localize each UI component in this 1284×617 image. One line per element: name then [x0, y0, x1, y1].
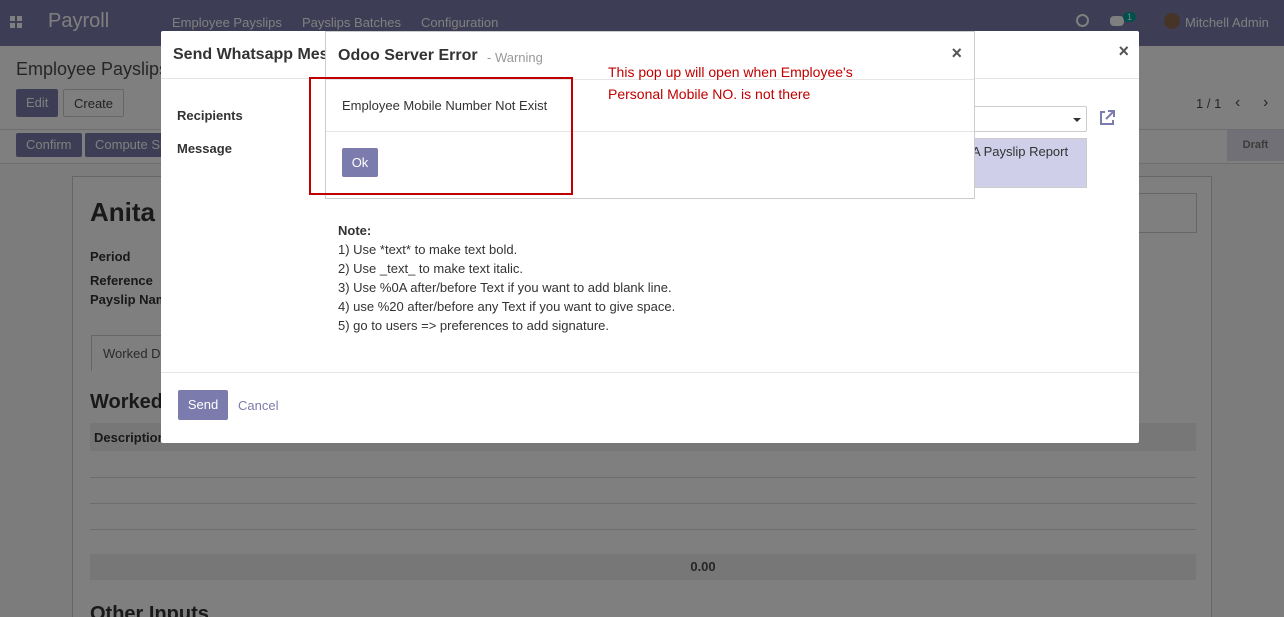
external-link-icon[interactable]: [1098, 109, 1116, 127]
divider: [161, 372, 1139, 373]
message-textarea[interactable]: A Payslip Report: [971, 138, 1087, 188]
send-button[interactable]: Send: [178, 390, 228, 420]
chevron-down-icon: [1073, 118, 1081, 122]
message-label: Message: [177, 141, 232, 156]
cancel-button[interactable]: Cancel: [238, 398, 278, 413]
recipients-select[interactable]: [971, 106, 1087, 132]
annotation-line: Personal Mobile NO. is not there: [608, 86, 811, 102]
whatsapp-close-icon[interactable]: ×: [1118, 41, 1129, 62]
note-line: 2) Use _text_ to make text italic.: [338, 261, 523, 276]
error-close-icon[interactable]: ×: [951, 43, 962, 64]
note-line: 3) Use %0A after/before Text if you want…: [338, 280, 672, 295]
note-line: 5) go to users => preferences to add sig…: [338, 318, 610, 333]
error-dialog-subtitle: - Warning: [487, 50, 543, 65]
annotation-text: This pop up will open when Employee's Pe…: [608, 61, 888, 105]
error-dialog-title: Odoo Server Error: [338, 47, 478, 64]
recipients-label: Recipients: [177, 108, 243, 123]
note-block: Note: 1) Use *text* to make text bold. 2…: [338, 221, 675, 335]
note-line: 1) Use *text* to make text bold.: [338, 242, 518, 257]
note-title: Note:: [338, 223, 372, 238]
annotation-line: This pop up will open when Employee's: [608, 64, 853, 80]
note-line: 4) use %20 after/before any Text if you …: [338, 299, 676, 314]
annotation-highlight-box: [309, 77, 573, 195]
